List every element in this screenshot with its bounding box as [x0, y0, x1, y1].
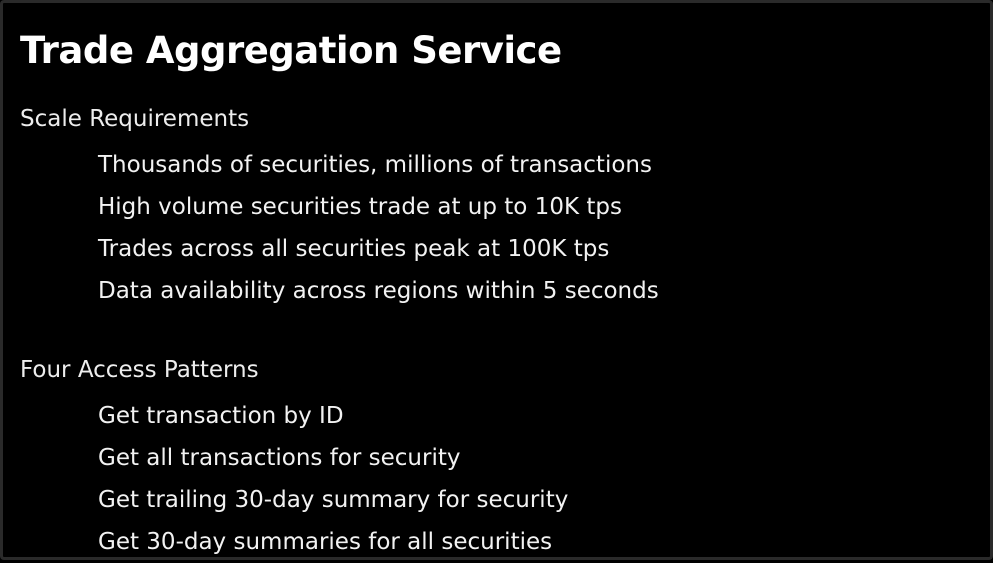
bullet-list: Get transaction by ID Get all transactio… [20, 395, 980, 563]
bullet-list: Thousands of securities, millions of tra… [20, 144, 980, 312]
bullet-item: Get transaction by ID [98, 403, 344, 429]
bullet-item: Get all transactions for security [98, 445, 461, 471]
bullet-item: Thousands of securities, millions of tra… [98, 152, 652, 178]
presentation-slide: Trade Aggregation Service Scale Requirem… [0, 0, 993, 560]
section-heading: Scale Requirements [20, 106, 250, 132]
section-access-patterns: Four Access Patterns Get transaction by … [20, 353, 980, 563]
bullet-item: Trades across all securities peak at 100… [98, 236, 610, 262]
bullet-item: Get 30-day summaries for all securities [98, 529, 553, 555]
bullet-item: Data availability across regions within … [98, 278, 659, 304]
section-heading: Four Access Patterns [20, 357, 259, 383]
section-scale-requirements: Scale Requirements Thousands of securiti… [20, 102, 980, 312]
bullet-item: High volume securities trade at up to 10… [98, 194, 622, 220]
bullet-item: Get trailing 30-day summary for security [98, 487, 569, 513]
slide-title: Trade Aggregation Service [20, 29, 562, 72]
